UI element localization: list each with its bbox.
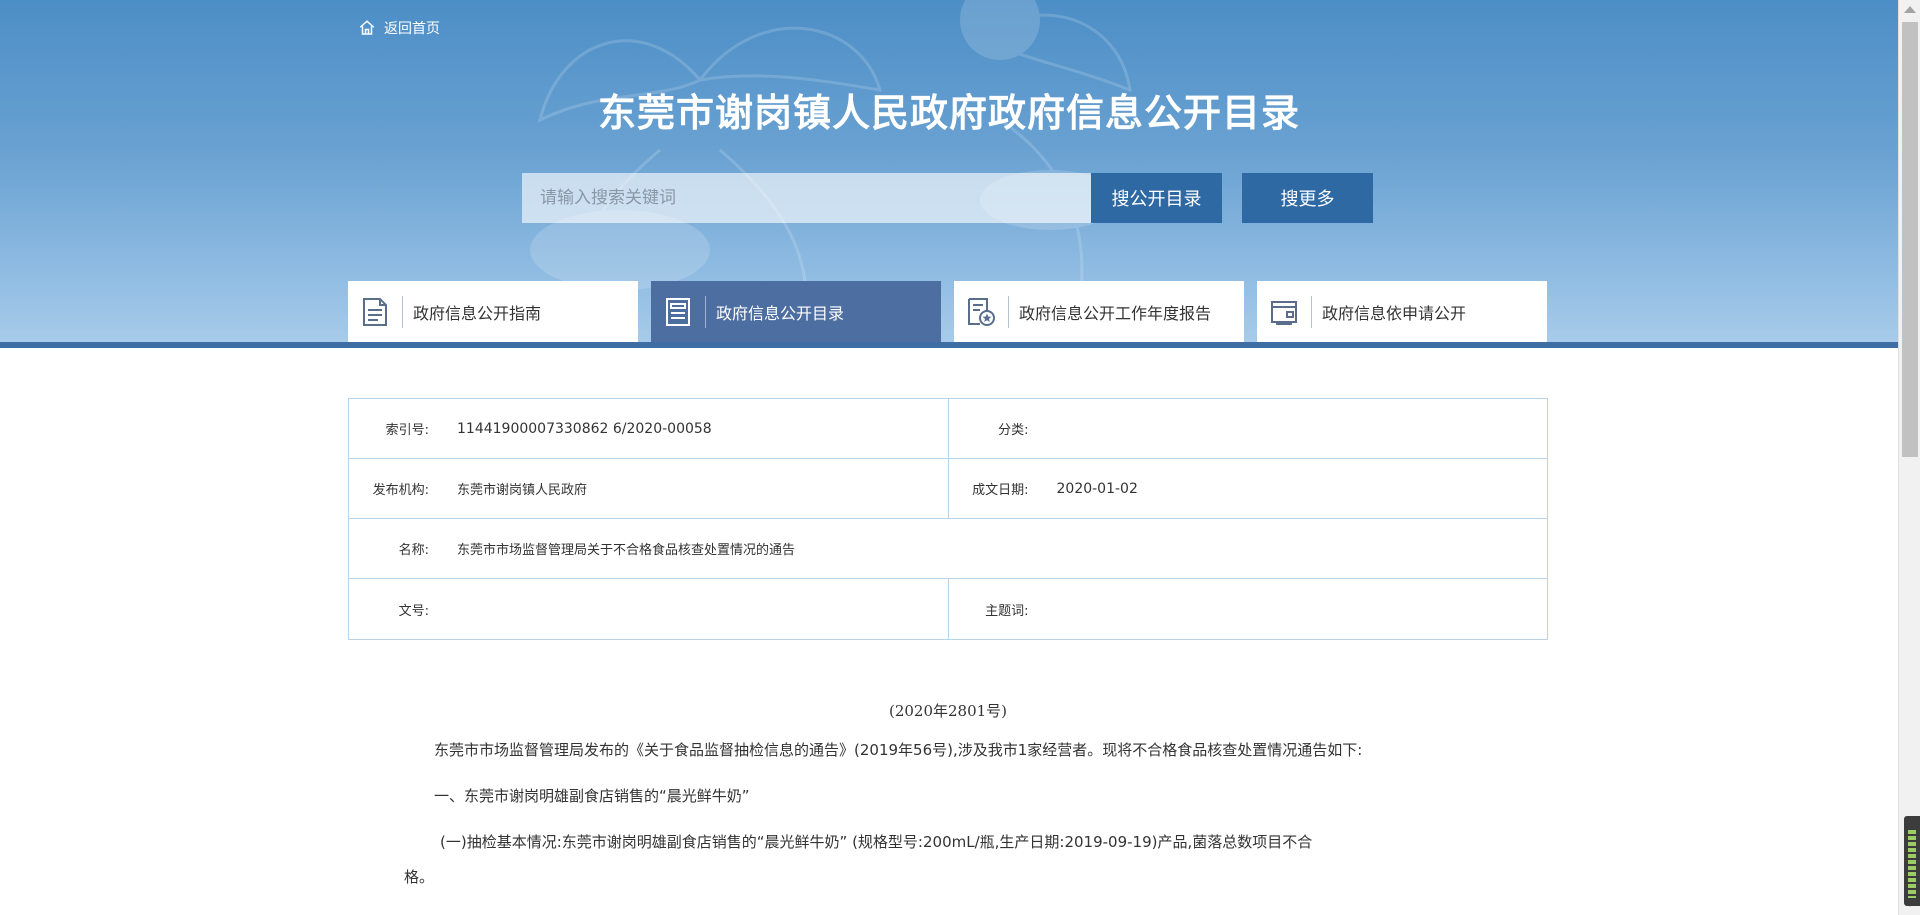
tab-separator [1008,295,1009,328]
tab-separator [705,295,706,328]
tab-separator [402,295,403,328]
name-value: 东莞市市场监督管理局关于不合格食品核查处置情况的通告 [457,543,796,558]
tab-label: 政府信息公开指南 [413,303,542,323]
search-input[interactable] [522,173,1091,223]
date-value: 2020-01-02 [1056,480,1138,497]
tab-annual-report[interactable]: 政府信息公开工作年度报告 [954,281,1244,342]
page-title: 东莞市谢岗镇人民政府政府信息公开目录 [597,91,1300,135]
info-row: 发布机构: 东莞市谢岗镇人民政府 成文日期: 2020-01-02 [349,459,1547,519]
header-banner: 返回首页 东莞市谢岗镇人民政府政府信息公开目录 搜公开目录 搜更多 [0,0,1898,342]
document-info-table: 索引号: 11441900007330862 6/2020-00058 分类: … [348,398,1548,640]
category-label: 分类: [998,423,1029,438]
side-signal-widget[interactable] [1904,816,1920,906]
keywords-label: 主题词: [985,603,1029,619]
tab-label: 政府信息公开工作年度报告 [1019,303,1212,323]
tab-separator [1311,295,1312,328]
name-cell: 名称: 东莞市市场监督管理局关于不合格食品核查处置情况的通告 [349,519,1547,578]
document-number: (2020年2801号) [888,702,1008,720]
back-home-link[interactable]: 返回首页 [358,18,440,38]
document-list-icon [360,297,390,327]
info-row: 名称: 东莞市市场监督管理局关于不合格食品核查处置情况的通告 [349,519,1547,579]
publisher-cell: 发布机构: 东莞市谢岗镇人民政府 [349,459,948,518]
catalog-icon [663,297,693,327]
back-home-label: 返回首页 [384,21,440,37]
category-cell: 分类: [947,399,1548,458]
publisher-label: 发布机构: [372,483,429,498]
info-row: 文号: 主题词: [349,579,1547,639]
nav-tabs: 政府信息公开指南 政府信息公开目录 政府信息公开工作年度报告 政府信息依申请公开 [348,281,1547,342]
tab-label: 政府信息依申请公开 [1322,303,1467,323]
article-paragraph: 东莞市市场监督管理局发布的《关于食品监督抽检信息的通告》(2019年56号),涉… [434,741,1363,759]
scroll-thumb[interactable] [1902,22,1918,457]
keywords-cell: 主题词: [947,579,1548,639]
vertical-scrollbar[interactable] [1898,0,1920,915]
search-bar: 搜公开目录 搜更多 [522,173,1373,223]
search-more-button[interactable]: 搜更多 [1242,173,1373,223]
tab-disclosure-guide[interactable]: 政府信息公开指南 [348,281,638,342]
date-cell: 成文日期: 2020-01-02 [947,459,1548,518]
tab-disclosure-catalog[interactable]: 政府信息公开目录 [651,281,941,342]
docno-label: 文号: [398,603,429,619]
article-paragraph: 一、东莞市谢岗明雄副食店销售的“晨光鲜牛奶” [434,787,750,805]
tab-label: 政府信息公开目录 [716,303,845,323]
search-catalog-button[interactable]: 搜公开目录 [1091,173,1222,223]
info-row: 索引号: 11441900007330862 6/2020-00058 分类: [349,399,1547,459]
tab-application-disclosure[interactable]: 政府信息依申请公开 [1257,281,1547,342]
header-stripe [0,342,1898,348]
application-icon [1269,297,1299,327]
index-label: 索引号: [385,423,429,438]
page: 返回首页 东莞市谢岗镇人民政府政府信息公开目录 搜公开目录 搜更多 [0,0,1920,915]
docno-cell: 文号: [349,579,948,639]
index-value: 11441900007330862 6/2020-00058 [457,420,712,437]
scroll-up-arrow-icon[interactable] [1904,6,1916,13]
index-cell: 索引号: 11441900007330862 6/2020-00058 [349,399,948,458]
date-label: 成文日期: [972,483,1029,498]
report-badge-icon [966,297,996,327]
signal-bars-icon [1908,830,1916,898]
article-paragraph: (一)抽检基本情况:东莞市谢岗明雄副食店销售的“晨光鲜牛奶” (规格型号:200… [440,833,1313,851]
home-icon [359,20,375,35]
article-paragraph: 格。 [404,868,435,886]
name-label: 名称: [398,543,429,558]
publisher-value: 东莞市谢岗镇人民政府 [457,483,588,498]
